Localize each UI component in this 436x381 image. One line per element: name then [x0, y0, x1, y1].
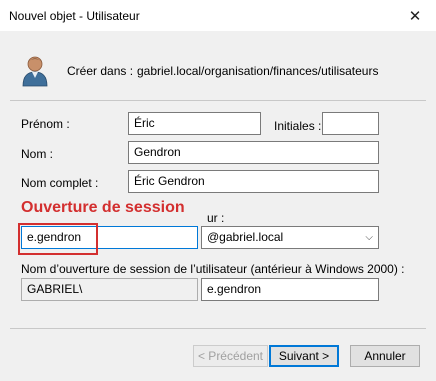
pre2000-label: Nom d’ouverture de session de l’utilisat…	[21, 262, 405, 276]
previous-button[interactable]: < Précédent	[193, 345, 268, 367]
initials-label: Initiales :	[274, 119, 322, 133]
cancel-button[interactable]: Annuler	[350, 345, 420, 367]
separator-bottom	[10, 328, 426, 329]
full-name-label: Nom complet :	[21, 176, 99, 190]
first-name-label: Prénom :	[21, 117, 70, 131]
pre2000-name-field[interactable]: e.gendron	[201, 278, 379, 301]
window-title: Nouvel objet - Utilisateur	[9, 9, 140, 23]
domain-select-value: @gabriel.local	[207, 230, 284, 244]
last-name-field[interactable]: Gendron	[128, 141, 379, 164]
close-icon[interactable]: ✕	[404, 6, 426, 26]
domain-select[interactable]: @gabriel.local ⌵	[201, 226, 379, 249]
create-in-label: Créer dans :	[67, 64, 134, 78]
last-name-label: Nom :	[21, 147, 54, 161]
full-name-field[interactable]: Éric Gendron	[128, 170, 379, 193]
annotation-highlight-box	[18, 223, 98, 255]
chevron-down-icon: ⌵	[365, 232, 373, 243]
user-icon	[21, 55, 49, 87]
pre2000-domain-field: GABRIEL\	[21, 278, 198, 301]
separator-top	[10, 100, 426, 101]
initials-field[interactable]	[322, 112, 379, 135]
first-name-field[interactable]: Éric	[128, 112, 261, 135]
create-in-path: gabriel.local/organisation/finances/util…	[137, 64, 379, 78]
next-button[interactable]: Suivant >	[269, 345, 339, 367]
annotation-label: Ouverture de session	[21, 199, 185, 216]
logon-label: ur :	[207, 211, 225, 225]
